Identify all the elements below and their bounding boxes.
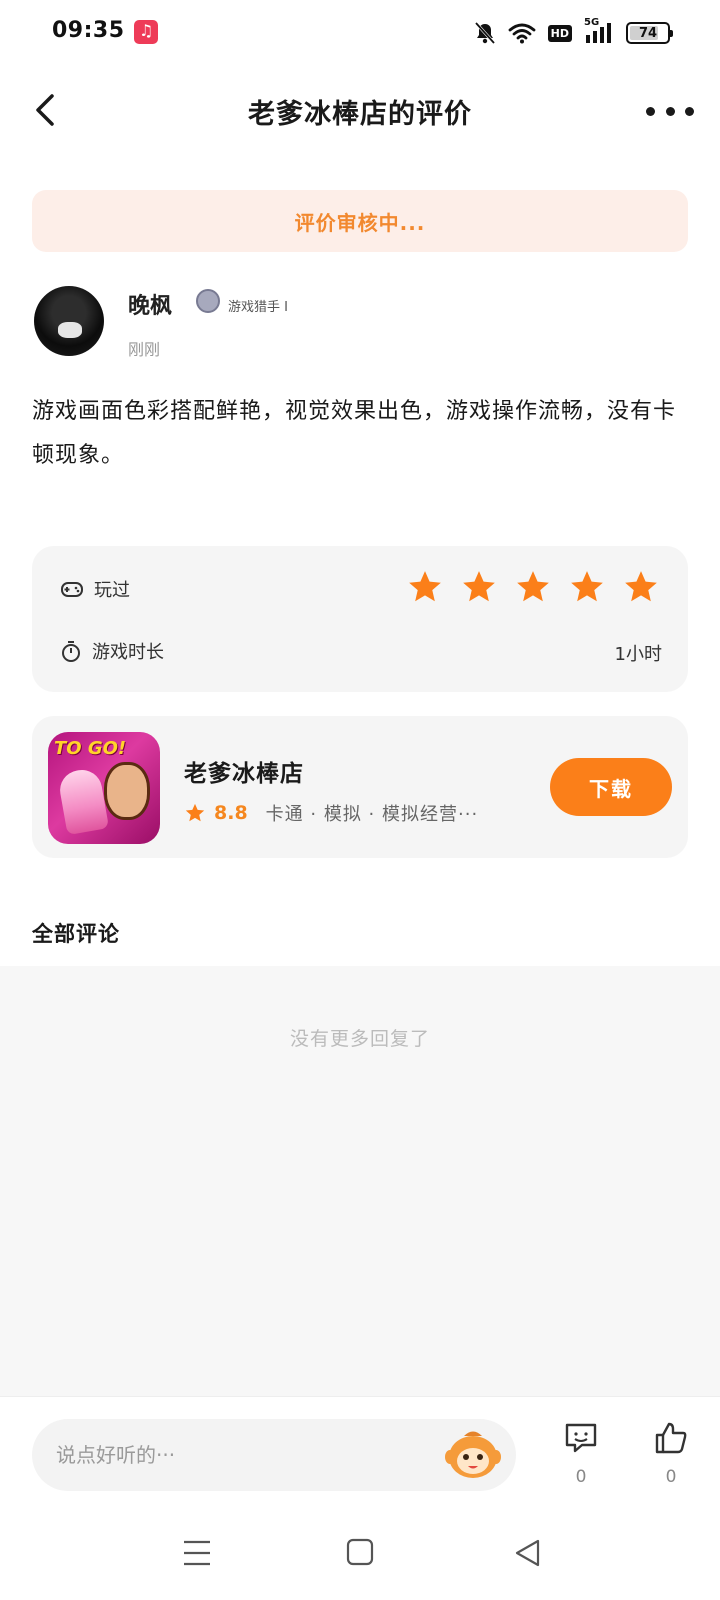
signal-5g-icon: 5G xyxy=(584,17,614,45)
like-count: 0 xyxy=(665,1467,677,1487)
home-icon xyxy=(346,1538,374,1566)
comments-area: 没有更多回复了 xyxy=(0,966,720,1396)
game-meta: 8.8 卡通 · 模拟 · 模拟经营··· xyxy=(184,800,478,826)
game-name[interactable]: 老爹冰棒店 xyxy=(184,754,304,788)
level-badge-icon xyxy=(196,289,220,313)
more-options-button[interactable] xyxy=(646,96,694,126)
game-tags: 卡通 · 模拟 · 模拟经营··· xyxy=(265,804,479,825)
star-rating xyxy=(406,568,660,606)
status-time: 09:35 xyxy=(52,18,125,43)
thumbs-up-icon xyxy=(655,1422,687,1454)
music-app-icon xyxy=(134,20,158,44)
more-dot-icon xyxy=(665,106,675,116)
user-badge-text: 游戏猎手 I xyxy=(228,300,288,315)
star-icon xyxy=(409,571,441,602)
user-name[interactable]: 晚枫 xyxy=(128,288,172,320)
star-icon xyxy=(517,571,549,602)
comment-button[interactable]: 0 xyxy=(556,1419,606,1487)
played-row: 玩过 xyxy=(60,576,130,602)
star-icon xyxy=(571,571,603,602)
review-status-banner: 评价审核中... xyxy=(32,190,688,252)
status-bar: 09:35 HD 5G xyxy=(0,0,720,64)
page-title: 老爹冰棒店的评价 xyxy=(248,99,472,130)
comment-count: 0 xyxy=(575,1467,587,1487)
avatar[interactable] xyxy=(34,286,104,356)
home-nav-button[interactable] xyxy=(340,1536,380,1570)
mute-bell-icon xyxy=(474,21,496,45)
duration-value: 1小时 xyxy=(614,644,662,665)
duration-label: 游戏时长 xyxy=(92,642,164,663)
character-icon xyxy=(104,762,150,820)
review-status-text: 评价审核中... xyxy=(294,210,426,235)
score-star-icon xyxy=(185,803,205,822)
more-dot-icon xyxy=(646,106,655,116)
header: 老爹冰棒店的评价 xyxy=(0,72,720,148)
like-button[interactable]: 0 xyxy=(646,1419,696,1487)
game-score: 8.8 xyxy=(214,802,248,824)
menu-nav-button[interactable] xyxy=(178,1536,218,1570)
duration-row: 游戏时长 xyxy=(60,638,164,664)
post-time: 刚刚 xyxy=(128,340,161,359)
status-icons: HD 5G 74 xyxy=(474,17,673,46)
game-card[interactable]: TO GO! 老爹冰棒店 8.8 卡通 · 模拟 · 模拟经营··· 下载 xyxy=(32,716,688,858)
popsicle-icon xyxy=(56,766,110,836)
battery-icon: 74 xyxy=(626,22,673,44)
stopwatch-icon xyxy=(62,641,80,662)
bottom-bar: 0 0 xyxy=(0,1396,720,1500)
more-dot-icon xyxy=(685,106,694,116)
game-icon-logo-text: TO GO! xyxy=(54,738,127,759)
star-icon xyxy=(625,571,657,602)
gamepad-icon xyxy=(61,582,83,597)
game-icon[interactable]: TO GO! xyxy=(48,732,160,844)
played-label: 玩过 xyxy=(94,580,130,601)
rating-card: 玩过 游戏时长 1小时 xyxy=(32,546,688,692)
review-text: 游戏画面色彩搭配鲜艳，视觉效果出色，游戏操作流畅，没有卡顿现象。 xyxy=(32,399,677,468)
system-nav-bar xyxy=(0,1500,720,1600)
hd-icon: HD xyxy=(547,21,572,45)
comments-title: 全部评论 xyxy=(32,922,120,946)
back-triangle-icon xyxy=(515,1539,540,1567)
download-button[interactable]: 下载 xyxy=(550,758,672,816)
comment-bubble-icon xyxy=(565,1423,597,1453)
monkey-mascot-icon[interactable] xyxy=(444,1427,502,1481)
wifi-icon xyxy=(508,21,536,45)
menu-icon xyxy=(184,1540,210,1566)
no-more-replies-text: 没有更多回复了 xyxy=(289,1028,430,1050)
back-nav-button[interactable] xyxy=(508,1536,548,1570)
star-icon xyxy=(463,571,495,602)
